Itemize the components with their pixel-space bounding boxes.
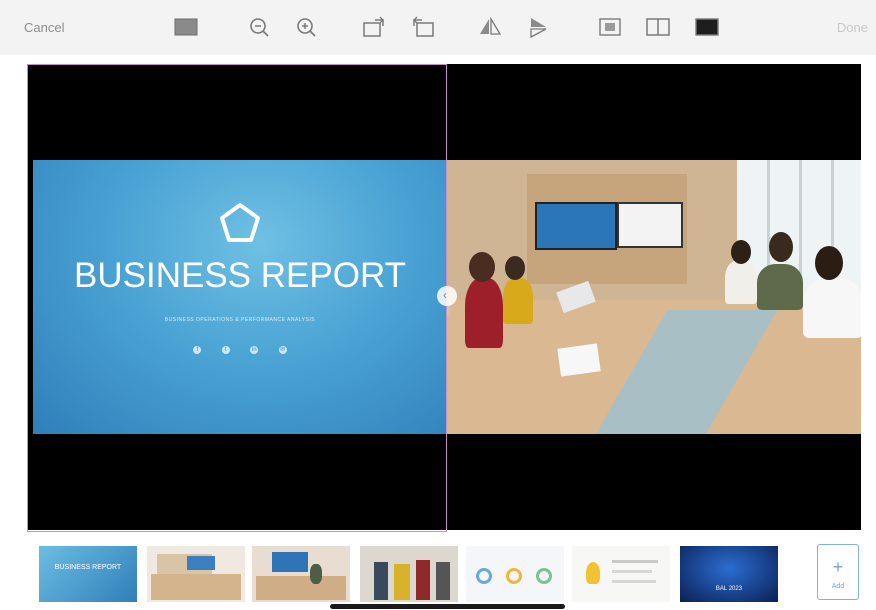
slide-title: BUSINESS REPORT — [74, 256, 406, 295]
add-slide-label: Add — [831, 583, 845, 590]
photo-paper — [557, 343, 601, 377]
photo-person — [725, 260, 757, 304]
thumbnail-2[interactable] — [147, 546, 245, 602]
fit-icon[interactable] — [597, 14, 623, 40]
photo-person — [503, 278, 533, 324]
twitter-icon: t — [221, 346, 230, 354]
mail-icon: ✉ — [278, 346, 287, 354]
pentagon-icon — [220, 203, 260, 242]
linkedin-icon: in — [250, 346, 259, 354]
thumbnail-7[interactable]: BAL 2023 — [680, 546, 778, 602]
fill-icon[interactable] — [694, 14, 720, 40]
thumbnail-4[interactable] — [360, 546, 458, 602]
flip-horizontal-icon[interactable] — [477, 14, 503, 40]
chevron-left-icon: ‹ — [443, 288, 447, 302]
photo-head — [469, 252, 495, 282]
zoom-out-icon[interactable] — [246, 14, 272, 40]
thumbnail-strip: BUSINESS REPORT BAL 2023 + Add — [0, 540, 876, 610]
photo-screen-left — [535, 202, 617, 250]
split-view-icon[interactable] — [645, 14, 671, 40]
photo-head — [505, 256, 525, 280]
thumbnail-5[interactable] — [466, 546, 564, 602]
photo-head — [769, 232, 793, 262]
add-slide-button[interactable]: + Add — [817, 544, 859, 600]
thumbnail-3[interactable] — [252, 546, 350, 602]
home-indicator[interactable] — [330, 604, 565, 609]
thumbnail-1[interactable]: BUSINESS REPORT — [39, 546, 137, 602]
rotate-left-icon[interactable] — [410, 14, 436, 40]
photo-screen-right — [617, 202, 683, 248]
zoom-in-icon[interactable] — [293, 14, 319, 40]
social-icons: f t in ✉ — [33, 338, 447, 356]
thumbnail-6[interactable] — [572, 546, 670, 602]
photo-person — [757, 264, 803, 310]
plus-icon: + — [832, 557, 844, 577]
photo-person — [465, 278, 503, 348]
thumbnail-title: BUSINESS REPORT — [54, 564, 122, 571]
slide-image-left[interactable]: BUSINESS REPORT BUSINESS OPERATIONS & PE… — [33, 160, 447, 434]
slide-image-right[interactable] — [447, 160, 861, 434]
slide-subtitle: BUSINESS OPERATIONS & PERFORMANCE ANALYS… — [164, 317, 316, 323]
photo-person — [803, 278, 861, 338]
rotate-right-icon[interactable] — [361, 14, 387, 40]
cancel-button[interactable]: Cancel — [24, 20, 64, 35]
toolbar: Cancel Done — [0, 0, 876, 55]
photo-head — [815, 246, 843, 280]
slide-nav-button[interactable]: ‹ — [437, 286, 457, 306]
thumbnail-title: BAL 2023 — [715, 586, 743, 592]
slide-canvas[interactable]: BUSINESS REPORT BUSINESS OPERATIONS & PE… — [27, 64, 861, 532]
done-button[interactable]: Done — [837, 20, 868, 35]
photo-head — [731, 240, 751, 264]
flip-vertical-icon[interactable] — [526, 14, 552, 40]
slide-layout-icon[interactable] — [173, 14, 199, 40]
facebook-icon: f — [193, 346, 202, 354]
